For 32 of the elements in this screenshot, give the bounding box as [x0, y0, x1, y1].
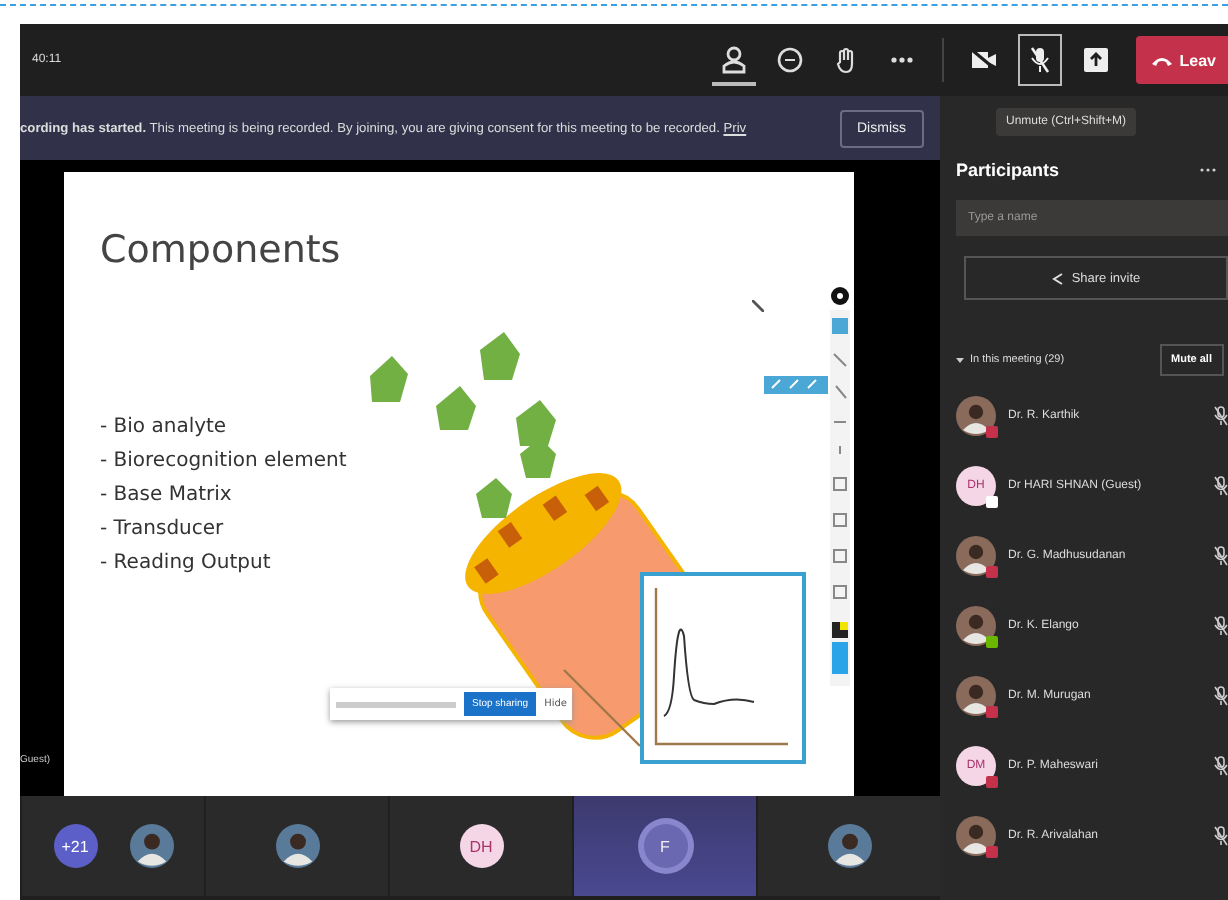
avatar-silhouette — [956, 536, 996, 576]
share-icon — [1051, 271, 1064, 285]
avatar-silhouette — [956, 396, 996, 436]
avatar-silhouette — [956, 676, 996, 716]
more-icon — [889, 56, 914, 64]
avatar-silhouette — [275, 824, 319, 868]
slide-bullet: - Transducer — [100, 518, 226, 542]
initials-avatar: DH — [459, 824, 503, 868]
avatar-silhouette — [827, 824, 871, 868]
more-participants-count[interactable]: +21 — [53, 824, 97, 868]
slide-title: Components — [100, 228, 341, 272]
panel-title: Participants — [956, 160, 1060, 180]
upload-arrow-icon — [1083, 48, 1108, 72]
person-icon — [721, 46, 746, 74]
initials-avatar: F — [643, 824, 687, 868]
collapse-caret-icon[interactable] — [956, 356, 964, 364]
camera-off-icon — [969, 48, 998, 72]
muted-mic-icon — [1029, 46, 1050, 74]
phone-icon — [1151, 55, 1172, 65]
slide-bullet: - Bio analyte — [100, 416, 229, 440]
avatar-silhouette — [129, 824, 173, 868]
leave-button[interactable]: Leav — [1135, 36, 1228, 84]
avatar-silhouette — [956, 816, 996, 856]
cursor-icon — [752, 300, 764, 312]
hand-icon — [833, 46, 858, 74]
microphone-button[interactable] — [1017, 34, 1062, 86]
avatar-silhouette — [956, 606, 996, 646]
slide-bullet: - Reading Output — [100, 552, 273, 576]
chat-bubble-icon — [775, 46, 804, 74]
slide-bullet: - Base Matrix — [100, 484, 234, 508]
slide-bullet: - Biorecognition element — [100, 450, 347, 474]
annotation-toolbar[interactable] — [830, 286, 850, 686]
